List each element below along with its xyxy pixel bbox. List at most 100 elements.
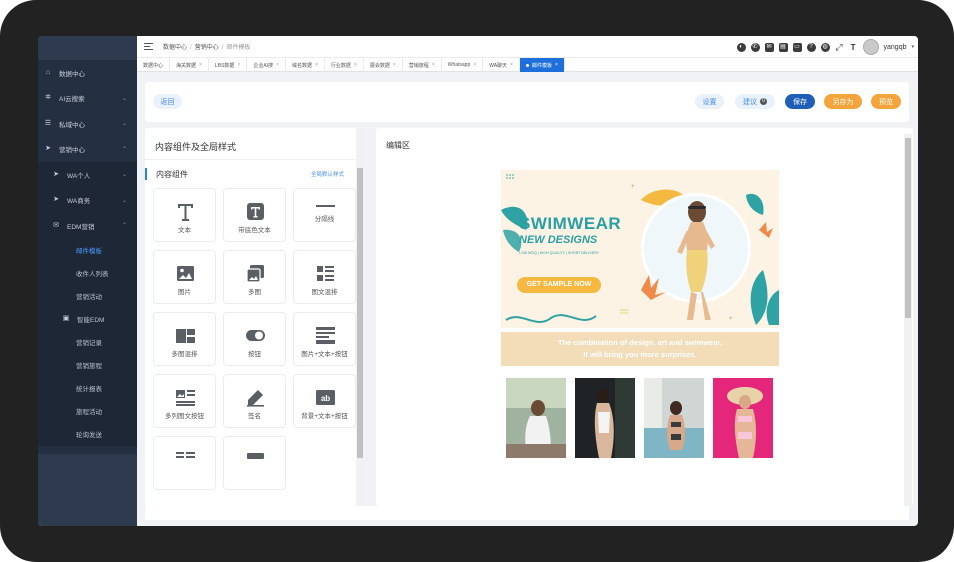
- top-toolbar: ◐ ✆ ✉ ▤ ▭ ? ◍ ⤢ T yangqb ▾: [736, 39, 914, 55]
- component-text[interactable]: 文本: [153, 188, 216, 242]
- back-button[interactable]: 返回: [153, 94, 182, 109]
- component-multi-image[interactable]: 多图: [223, 250, 286, 304]
- chevron-down-icon: ⌄: [121, 95, 127, 102]
- tab-customs-data[interactable]: 海关数据 ×: [170, 58, 209, 72]
- email-canvas[interactable]: + + SWIMWEAR NEW DESIGNS LOW MOQ | HIGH …: [501, 170, 779, 506]
- component-divider[interactable]: 分隔线: [293, 188, 356, 242]
- component-columns[interactable]: 多列图文按钮: [153, 374, 216, 428]
- component-multi-image-layout[interactable]: 多图混排: [153, 312, 216, 366]
- close-icon[interactable]: ×: [199, 62, 202, 68]
- component-label: 分隔线: [314, 216, 335, 223]
- sidebar-item-ai-search[interactable]: ✲ AI云搜索 ⌄: [38, 86, 137, 112]
- sidebar-item-marketing[interactable]: ➤ 营销中心 ⌃: [38, 137, 137, 163]
- breadcrumb-item[interactable]: 数据中心: [163, 45, 187, 51]
- sidebar-item-data-center[interactable]: ⌂ 数据中心: [38, 60, 137, 86]
- sidebar-item-email-template[interactable]: 邮件模板: [38, 239, 137, 262]
- close-icon[interactable]: ×: [432, 62, 435, 68]
- close-icon[interactable]: ×: [276, 62, 279, 68]
- sidebar-item-recipient-list[interactable]: 收件人列表: [38, 262, 137, 285]
- close-icon[interactable]: ×: [510, 62, 513, 68]
- panel-title: 内容组件及全局样式: [155, 142, 237, 152]
- banner-cta-button[interactable]: GET SAMPLE NOW: [517, 277, 601, 293]
- save-button[interactable]: 保存: [785, 94, 815, 109]
- username[interactable]: yangqb: [884, 44, 907, 51]
- preview-button[interactable]: 预览: [871, 94, 901, 109]
- tab-lbs-data[interactable]: LBS数据 ×: [209, 58, 248, 72]
- tab-label: 行业数据: [330, 62, 351, 69]
- sidebar-item-label: AI云搜索: [59, 96, 85, 104]
- avatar[interactable]: [862, 39, 879, 55]
- component-image[interactable]: 图片: [153, 250, 216, 304]
- breadcrumb-item[interactable]: 营销中心: [195, 45, 219, 51]
- translate-icon[interactable]: ◐: [736, 42, 746, 52]
- sidebar-item-marketing-records[interactable]: 营销记录: [38, 331, 137, 354]
- home-icon: ⌂: [45, 68, 51, 76]
- mail-icon[interactable]: ✉: [764, 42, 774, 52]
- sidebar-item-wa-business[interactable]: ➤ WA商务 ⌄: [38, 188, 137, 214]
- component-image-text[interactable]: 图文混排: [293, 250, 356, 304]
- sidebar-item-label: 营销记录: [76, 340, 102, 347]
- document-icon[interactable]: ▤: [778, 42, 788, 52]
- component-image-text-button[interactable]: 图片+文本+按钮: [293, 312, 356, 366]
- product-photo[interactable]: [644, 378, 704, 458]
- component-more-2[interactable]: [223, 436, 286, 490]
- close-icon[interactable]: ×: [354, 62, 357, 68]
- sidebar-item-campaigns[interactable]: 营销活动: [38, 285, 137, 308]
- tab-exhibition-data[interactable]: 展会数据 ×: [364, 58, 403, 72]
- component-signature[interactable]: 签名: [223, 374, 286, 428]
- tab-email-template[interactable]: 邮件模板 ×: [519, 58, 565, 72]
- global-style-link[interactable]: 全局默认样式: [311, 170, 344, 178]
- component-button[interactable]: 按钮: [223, 312, 286, 366]
- sidebar-item-round-robin[interactable]: 轮询发送: [38, 423, 137, 446]
- tab-industry-data[interactable]: 行业数据 ×: [325, 58, 364, 72]
- tab-label: LBS数据: [214, 62, 235, 69]
- editor-scrollbar[interactable]: [904, 134, 912, 506]
- tab-wa-chat[interactable]: WA聊天 ×: [483, 58, 520, 72]
- suggest-button[interactable]: 建议 0: [735, 94, 775, 109]
- save-as-button[interactable]: 另存为: [824, 94, 862, 109]
- component-text-box[interactable]: 带底色文本: [223, 188, 286, 242]
- settings-button[interactable]: 设置: [695, 94, 724, 109]
- fullscreen-icon[interactable]: ⤢: [835, 42, 844, 52]
- globe-icon[interactable]: ◍: [820, 42, 830, 52]
- close-icon[interactable]: ×: [237, 62, 240, 68]
- sidebar-item-marketing-journey[interactable]: 营销旅程: [38, 354, 137, 377]
- svg-text:ab: ab: [321, 394, 330, 403]
- product-photo[interactable]: [713, 378, 773, 458]
- component-bg-text-button[interactable]: ab 背景+文本+按钮: [293, 374, 356, 428]
- component-more-1[interactable]: [153, 436, 216, 490]
- tab-domain-data[interactable]: 域名数据 ×: [286, 58, 325, 72]
- email-banner[interactable]: + + SWIMWEAR NEW DESIGNS LOW MOQ | HIGH …: [501, 170, 779, 328]
- tab-data-center[interactable]: 数据中心: [137, 58, 171, 72]
- menu-toggle-icon[interactable]: [144, 43, 153, 50]
- tab-marketing-journey[interactable]: 营销旅程 ×: [403, 58, 442, 72]
- monitor-icon[interactable]: ▭: [792, 42, 802, 52]
- sidebar-item-label: 私域中心: [59, 121, 85, 129]
- sidebar-item-wa-personal[interactable]: ➤ WA个人 ⌄: [38, 162, 137, 188]
- sidebar-item-label: 收件人列表: [76, 271, 109, 278]
- sidebar-item-journey-activities[interactable]: 旅程活动: [38, 400, 137, 423]
- whatsapp-icon[interactable]: ✆: [750, 42, 760, 52]
- close-icon[interactable]: ×: [315, 62, 318, 68]
- panel-scrollbar[interactable]: [356, 128, 364, 506]
- close-icon[interactable]: ×: [473, 62, 476, 68]
- help-icon[interactable]: ?: [806, 42, 816, 52]
- font-size-icon[interactable]: T: [849, 43, 858, 52]
- scrollbar-thumb[interactable]: [905, 138, 911, 318]
- close-icon[interactable]: ×: [555, 62, 558, 68]
- sidebar-item-reports[interactable]: 统计报表: [38, 377, 137, 400]
- chevron-down-icon[interactable]: ▾: [911, 44, 914, 50]
- settings-icon: ✲: [45, 94, 51, 102]
- top-bar: 数据中心 / 营销中心 / 邮件模板 ◐ ✆ ✉ ▤ ▭ ? ◍ ⤢ T yangqb …: [137, 36, 918, 58]
- sidebar-item-edm[interactable]: ✉ EDM营销 ⌃: [38, 213, 137, 239]
- email-tagline-strip[interactable]: The combination of design, art and swimw…: [501, 332, 779, 366]
- sidebar-item-private-domain[interactable]: ☰ 私域中心 ⌄: [38, 111, 137, 137]
- product-photo[interactable]: [506, 378, 566, 458]
- sidebar-item-smart-edm[interactable]: ▣ 智能EDM: [38, 308, 137, 331]
- tab-label: 展会数据: [369, 62, 390, 69]
- product-photo[interactable]: [575, 378, 635, 458]
- tab-whatsapp[interactable]: Whatsapp ×: [442, 58, 484, 72]
- close-icon[interactable]: ×: [393, 62, 396, 68]
- tab-enterprise-ai[interactable]: 企业AI搜 ×: [247, 58, 286, 72]
- scrollbar-thumb[interactable]: [357, 168, 363, 458]
